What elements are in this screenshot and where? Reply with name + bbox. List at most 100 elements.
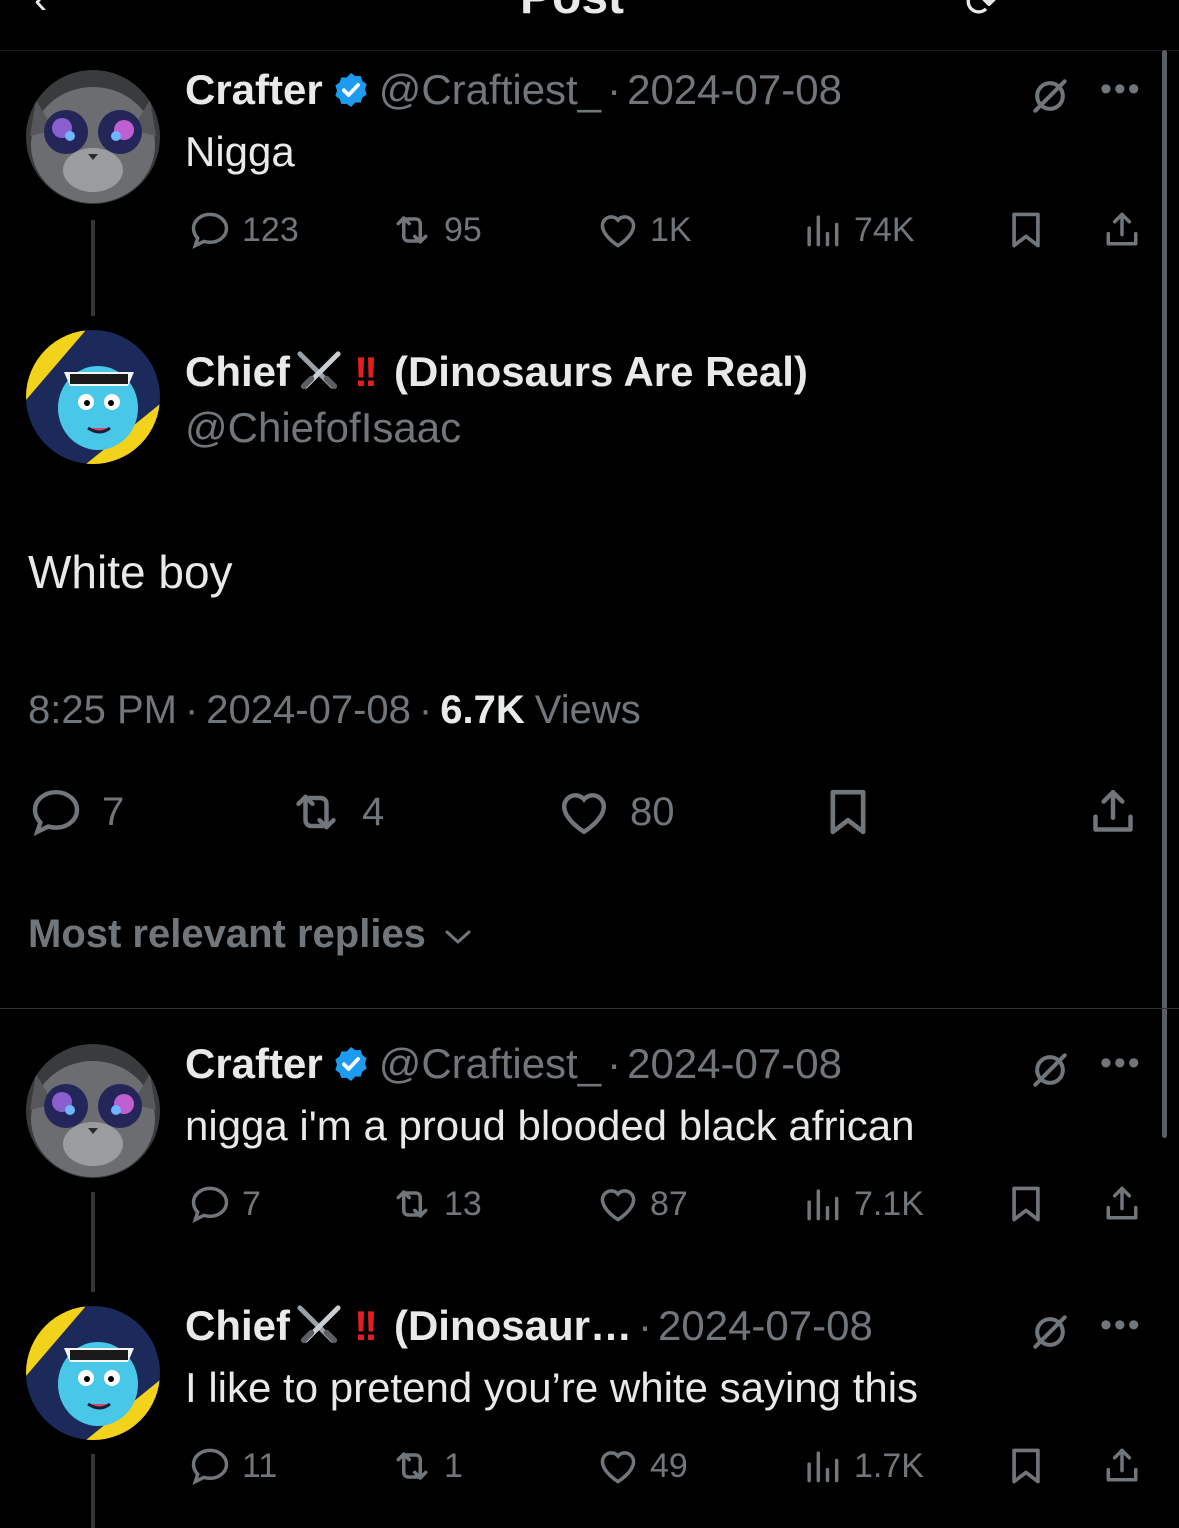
views-count: 6.7K (440, 688, 525, 732)
share-icon (1100, 1444, 1144, 1488)
author-handle[interactable]: @Craftiest_ (379, 1040, 601, 1087)
reply-icon (188, 208, 232, 252)
like-button[interactable]: 49 (596, 1444, 688, 1488)
views-label: Views (534, 688, 641, 732)
repost-icon (390, 1444, 434, 1488)
reply-icon (28, 784, 84, 840)
share-icon (1100, 208, 1144, 252)
reply-button[interactable]: 7 (188, 1182, 261, 1226)
tweet-date[interactable]: 2024-07-08 (206, 688, 411, 732)
repost-count: 4 (362, 789, 385, 834)
author-handle[interactable]: @ChiefofIsaac (185, 404, 461, 452)
repost-button[interactable]: 95 (390, 208, 482, 252)
reply-button[interactable]: 7 (28, 784, 124, 840)
avatar[interactable] (26, 1306, 160, 1440)
views-count: 7.1K (854, 1184, 924, 1223)
more-icon[interactable]: ••• (1100, 1044, 1142, 1083)
top-navigation-bar: ‹ Post ⟳ (0, 0, 1179, 51)
thread-line (91, 1192, 95, 1292)
author-name[interactable]: Chief (185, 348, 290, 395)
thread-line (91, 220, 95, 316)
more-icon[interactable]: ••• (1100, 70, 1142, 109)
avatar[interactable] (26, 70, 160, 204)
views-count: 74K (854, 210, 915, 249)
sort-replies-dropdown[interactable]: Most relevant replies (28, 912, 473, 957)
views-button[interactable]: 1.7K (800, 1444, 924, 1488)
tweet-date[interactable]: 2024-07-08 (658, 1302, 873, 1349)
share-icon (1085, 784, 1141, 840)
like-button[interactable]: 87 (596, 1182, 688, 1226)
bookmark-button[interactable] (1004, 1444, 1058, 1488)
share-button[interactable] (1100, 208, 1154, 252)
bookmark-button[interactable] (820, 784, 894, 840)
reply-button[interactable]: 123 (188, 208, 299, 252)
repost-icon (390, 1182, 434, 1226)
tweet-time[interactable]: 8:25 PM (28, 688, 177, 732)
tweet-header: Chief!! (Dinosaur… · 2024-07-08 (185, 1302, 873, 1350)
scrollbar[interactable] (1162, 50, 1167, 1138)
like-button[interactable]: 1K (596, 208, 692, 252)
like-icon (596, 208, 640, 252)
separator: · (638, 1302, 652, 1349)
repost-count: 13 (444, 1184, 482, 1223)
tweet-text: I like to pretend you’re white saying th… (185, 1364, 919, 1411)
repost-button[interactable]: 1 (390, 1444, 463, 1488)
exclamation-badge: !! (354, 348, 378, 395)
tweet-text: Nigga (185, 128, 295, 175)
bookmark-button[interactable] (1004, 208, 1058, 252)
exclamation-badge: !! (354, 1302, 378, 1349)
views-icon (800, 1444, 844, 1488)
more-icon[interactable]: ••• (1100, 1306, 1142, 1345)
like-count: 49 (650, 1446, 688, 1485)
repost-button[interactable]: 13 (390, 1182, 482, 1226)
reply-icon (188, 1182, 232, 1226)
tweet-text: White boy (28, 546, 233, 598)
tweet-meta: 8:25 PM · 2024-07-08 · 6.7K Views (28, 688, 641, 733)
views-icon (800, 1182, 844, 1226)
like-button[interactable]: 80 (556, 784, 675, 840)
tweet-header: Crafter @Craftiest_ · 2024-07-08 (185, 66, 842, 114)
verified-icon (331, 70, 371, 110)
author-name-suffix[interactable]: (Dinosaurs Are Real) (394, 348, 808, 395)
like-icon (556, 784, 612, 840)
views-count: 1.7K (854, 1446, 924, 1485)
share-button[interactable] (1100, 1444, 1154, 1488)
divider (0, 1008, 1179, 1009)
separator: · (418, 688, 433, 732)
author-name-suffix[interactable]: (Dinosaur… (394, 1302, 632, 1349)
chevron-down-icon (445, 930, 471, 944)
back-arrow-icon[interactable]: ‹ (34, 0, 47, 23)
avatar[interactable] (26, 1044, 160, 1178)
avatar[interactable] (26, 330, 160, 464)
grok-analyze-icon[interactable] (1028, 1310, 1072, 1354)
repost-button[interactable]: 4 (288, 784, 384, 840)
like-count: 1K (650, 210, 692, 249)
reply-count: 7 (242, 1184, 261, 1223)
grok-icon[interactable]: ⟳ (965, 0, 999, 26)
tweet-header: Crafter @Craftiest_ · 2024-07-08 (185, 1040, 842, 1088)
grok-analyze-icon[interactable] (1028, 74, 1072, 118)
reply-icon (188, 1444, 232, 1488)
like-count: 87 (650, 1184, 688, 1223)
separator: · (184, 688, 199, 732)
separator: · (607, 1040, 622, 1087)
share-button[interactable] (1100, 1182, 1154, 1226)
swords-icon (294, 350, 344, 392)
author-handle[interactable]: @Craftiest_ (379, 66, 601, 113)
share-button[interactable] (1085, 784, 1159, 840)
tweet-date[interactable]: 2024-07-08 (627, 1040, 842, 1087)
thread-line (91, 1454, 95, 1528)
views-button[interactable]: 74K (800, 208, 915, 252)
author-name[interactable]: Crafter (185, 66, 323, 113)
author-name[interactable]: Chief (185, 1302, 290, 1349)
views-button[interactable]: 7.1K (800, 1182, 924, 1226)
reply-count: 7 (102, 789, 125, 834)
tweet-date[interactable]: 2024-07-08 (627, 66, 842, 113)
grok-analyze-icon[interactable] (1028, 1048, 1072, 1092)
like-icon (596, 1182, 640, 1226)
bookmark-icon (1004, 1444, 1048, 1488)
reply-button[interactable]: 11 (188, 1444, 277, 1488)
author-name[interactable]: Crafter (185, 1040, 323, 1087)
share-icon (1100, 1182, 1144, 1226)
bookmark-button[interactable] (1004, 1182, 1058, 1226)
